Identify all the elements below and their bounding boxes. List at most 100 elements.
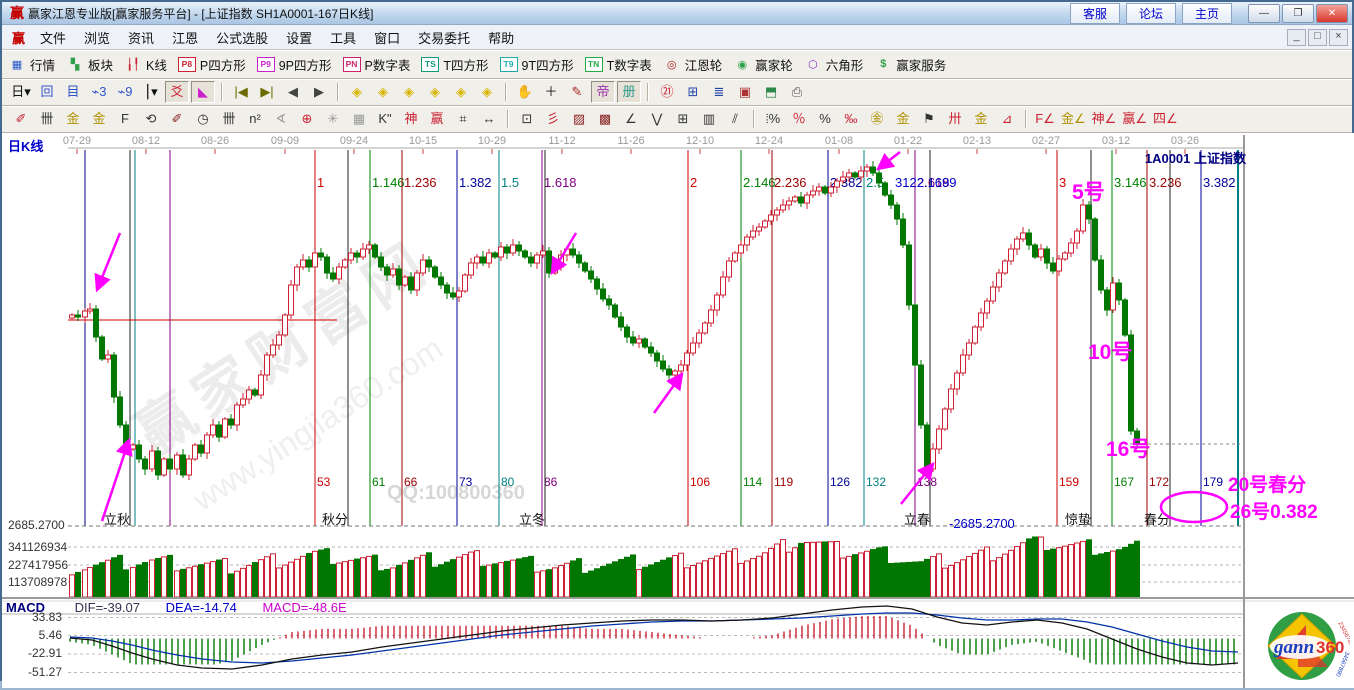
angle-line-icon[interactable]: ∠ bbox=[619, 108, 643, 130]
cycle-clock-icon[interactable]: ◷ bbox=[191, 108, 215, 130]
last-bar-icon[interactable]: ▶| bbox=[255, 81, 279, 103]
menu-item-8[interactable]: 交易委托 bbox=[409, 26, 479, 49]
gold-level-icon[interactable]: 金 bbox=[891, 108, 915, 130]
winner-service-button[interactable]: $赢家服务 bbox=[874, 55, 946, 74]
spiral-icon[interactable]: ⟲ bbox=[139, 108, 163, 130]
slope-icon[interactable]: ⊿ bbox=[995, 108, 1019, 130]
purple-tool-icon[interactable]: 帝 bbox=[591, 81, 615, 103]
printer-icon[interactable]: ⎙ bbox=[785, 81, 809, 103]
gold-grid-icon[interactable]: 金 bbox=[969, 108, 993, 130]
diamond-right-icon[interactable]: ◈ bbox=[371, 81, 395, 103]
prev-bar-icon[interactable]: ◀ bbox=[281, 81, 305, 103]
wave3-icon[interactable]: ⌁3 bbox=[87, 81, 111, 103]
mark-pen-icon[interactable]: ✎ bbox=[565, 81, 589, 103]
ying-fence-icon[interactable]: 赢 bbox=[425, 108, 449, 130]
gold-fence-icon[interactable]: 金 bbox=[61, 108, 85, 130]
gold-fence2-icon[interactable]: 金 bbox=[87, 108, 111, 130]
percent-icon[interactable]: % bbox=[813, 108, 837, 130]
grid-box2-icon[interactable]: ▥ bbox=[697, 108, 721, 130]
t-square-button[interactable]: TST四方形 bbox=[421, 55, 488, 74]
flag-mark-icon[interactable]: ⚑ bbox=[917, 108, 941, 130]
menu-item-6[interactable]: 工具 bbox=[321, 26, 365, 49]
kline-button[interactable]: ╽╿K线 bbox=[124, 55, 167, 74]
f-slope-icon[interactable]: F∠ bbox=[1033, 108, 1057, 130]
time-fence-icon[interactable]: 卌 bbox=[35, 108, 59, 130]
span-arrows-icon[interactable]: ↔ bbox=[477, 108, 501, 130]
child-restore-button[interactable]: □ bbox=[1308, 29, 1327, 46]
shen-slope-icon[interactable]: 神∠ bbox=[1090, 108, 1119, 130]
first-bar-icon[interactable]: |◀ bbox=[229, 81, 253, 103]
dense-box-icon[interactable]: ▩ bbox=[593, 108, 617, 130]
zoom-area-icon[interactable]: 回 bbox=[35, 81, 59, 103]
price-ruler-icon[interactable]: ⌗ bbox=[451, 108, 475, 130]
hexagon-button[interactable]: ⬡六角形 bbox=[804, 55, 864, 74]
menu-item-5[interactable]: 设置 bbox=[277, 26, 321, 49]
v-line-icon[interactable]: ⋁ bbox=[645, 108, 669, 130]
gann-overlay-icon[interactable]: 爻 bbox=[165, 81, 189, 103]
restore-button[interactable]: ❐ bbox=[1282, 4, 1314, 23]
next-bar-icon[interactable]: ▶ bbox=[307, 81, 331, 103]
menu-item-0[interactable]: 文件 bbox=[31, 26, 75, 49]
fan-rays-icon[interactable]: 彡 bbox=[541, 108, 565, 130]
notepad-icon[interactable]: ≣ bbox=[707, 81, 731, 103]
stats-percent-icon[interactable]: ⦙% bbox=[761, 108, 785, 130]
color-kline-icon[interactable]: ◣ bbox=[191, 81, 215, 103]
brush2-icon[interactable]: ✐ bbox=[165, 108, 189, 130]
diamond-all-icon[interactable]: ◈ bbox=[449, 81, 473, 103]
menu-item-1[interactable]: 浏览 bbox=[75, 26, 119, 49]
gann-wheel-button[interactable]: ◎江恩轮 bbox=[663, 55, 723, 74]
close-button[interactable]: ✕ bbox=[1316, 4, 1348, 23]
p-square-button[interactable]: P8P四方形 bbox=[178, 55, 246, 74]
child-close-button[interactable]: × bbox=[1329, 29, 1348, 46]
hand-drag-icon[interactable]: ✋ bbox=[513, 81, 537, 103]
wave9-icon[interactable]: ⌁9 bbox=[113, 81, 137, 103]
gann-circle-icon[interactable]: ⊕ bbox=[295, 108, 319, 130]
k-count-icon[interactable]: K" bbox=[373, 108, 397, 130]
shen-fence-icon[interactable]: 神 bbox=[399, 108, 423, 130]
plain-fence-icon[interactable]: 卌 bbox=[217, 108, 241, 130]
star-burst-icon[interactable]: ✳ bbox=[321, 108, 345, 130]
winner-wheel-button[interactable]: ◉赢家轮 bbox=[733, 55, 793, 74]
calculator-icon[interactable]: ⊞ bbox=[681, 81, 705, 103]
t9-square-button[interactable]: T99T四方形 bbox=[500, 55, 574, 74]
wave-band-icon[interactable]: 卅 bbox=[943, 108, 967, 130]
n2-fence-icon[interactable]: n² bbox=[243, 108, 267, 130]
diamond-expand-icon[interactable]: ◈ bbox=[397, 81, 421, 103]
shaded-box-icon[interactable]: ▨ bbox=[567, 108, 591, 130]
minimize-button[interactable]: — bbox=[1248, 4, 1280, 23]
remote-net-icon[interactable]: ⬒ bbox=[759, 81, 783, 103]
fib-fence-icon[interactable]: F bbox=[113, 108, 137, 130]
gold-band-icon[interactable]: ㊎ bbox=[865, 108, 889, 130]
forum-button[interactable]: 论坛 bbox=[1126, 3, 1176, 24]
menu-item-2[interactable]: 资讯 bbox=[119, 26, 163, 49]
home-button[interactable]: 主页 bbox=[1182, 3, 1232, 24]
menu-item-9[interactable]: 帮助 bbox=[479, 26, 523, 49]
brush-red-icon[interactable]: ✐ bbox=[9, 108, 33, 130]
save-icon[interactable]: ▣ bbox=[733, 81, 757, 103]
four-slope-icon[interactable]: 四∠ bbox=[1151, 108, 1180, 130]
menu-item-3[interactable]: 江恩 bbox=[163, 26, 207, 49]
t-number-button[interactable]: TNT数字表 bbox=[585, 55, 652, 74]
chart-area[interactable]: 赢家财富网www.yingjia360.comQQ:10080036007-29… bbox=[2, 133, 1354, 688]
p-number-button[interactable]: PNP数字表 bbox=[343, 55, 411, 74]
diamond-shrink-icon[interactable]: ◈ bbox=[423, 81, 447, 103]
grid-box-icon[interactable]: ⊞ bbox=[671, 108, 695, 130]
gold-slope-icon[interactable]: 金∠ bbox=[1059, 108, 1088, 130]
permille-icon[interactable]: ‰ bbox=[839, 108, 863, 130]
green-tool-icon[interactable]: 册 bbox=[617, 81, 641, 103]
menu-item-7[interactable]: 窗口 bbox=[365, 26, 409, 49]
info-view-icon[interactable]: 目 bbox=[61, 81, 85, 103]
diamond-reset-icon[interactable]: ◈ bbox=[475, 81, 499, 103]
box-tool-icon[interactable]: ⊡ bbox=[515, 108, 539, 130]
customer-service-button[interactable]: 客服 bbox=[1070, 3, 1120, 24]
ying-slope-icon[interactable]: 赢∠ bbox=[1120, 108, 1149, 130]
period-day-dropdown[interactable]: 日▾ bbox=[9, 81, 33, 103]
candle-style-dropdown[interactable]: ⎮▾ bbox=[139, 81, 163, 103]
crosshair-icon[interactable]: ＋ bbox=[539, 81, 563, 103]
quotes-button[interactable]: ▦行情 bbox=[8, 55, 55, 74]
square-grid-icon[interactable]: ▦ bbox=[347, 108, 371, 130]
slant-lines-icon[interactable]: ⫽ bbox=[723, 108, 747, 130]
menu-item-4[interactable]: 公式选股 bbox=[207, 26, 277, 49]
diamond-left-icon[interactable]: ◈ bbox=[345, 81, 369, 103]
child-minimize-button[interactable]: _ bbox=[1287, 29, 1306, 46]
